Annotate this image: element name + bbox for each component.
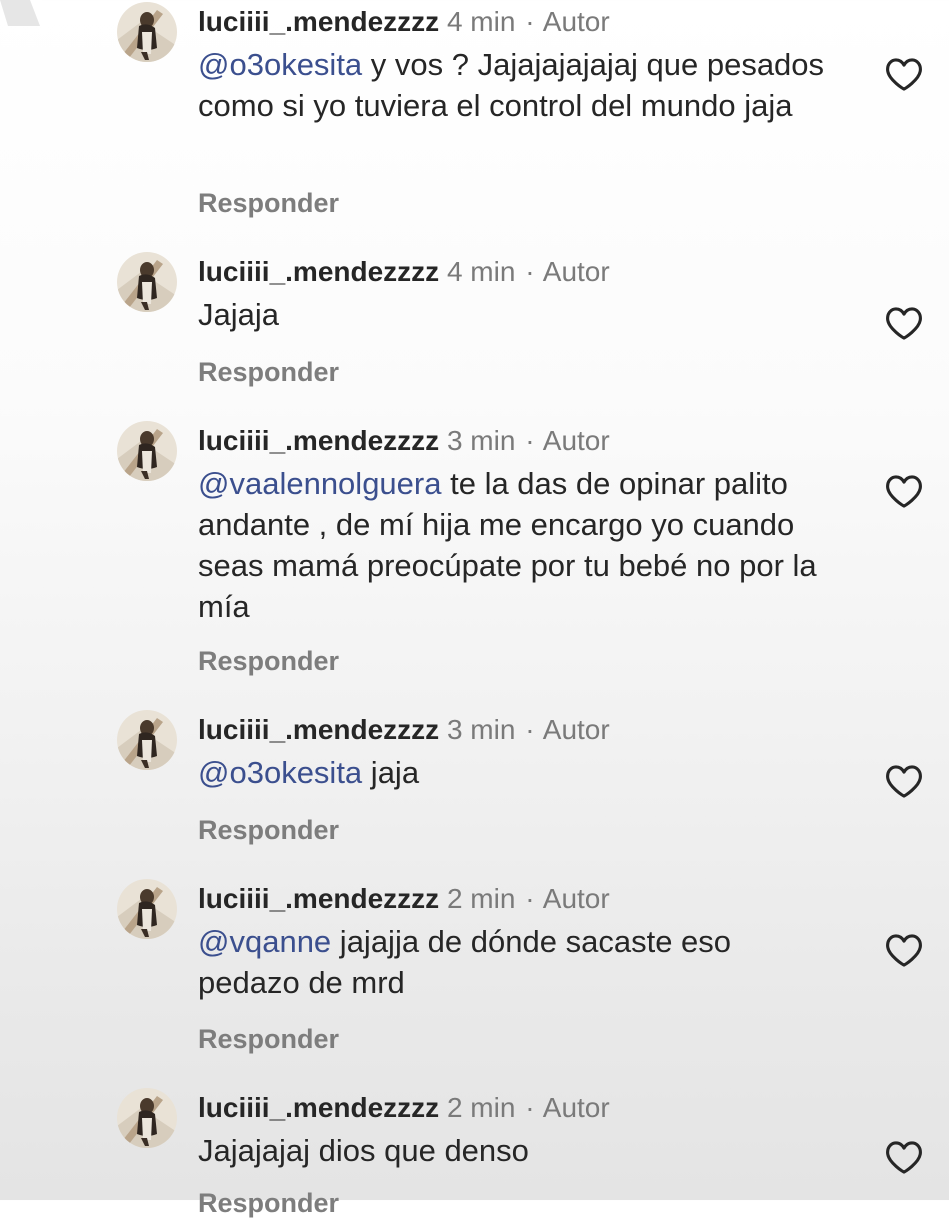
heart-outline-icon[interactable] [884, 932, 924, 968]
comment-body: jaja [362, 755, 420, 790]
author-badge: Autor [542, 256, 610, 287]
mention-link[interactable]: @vqanne [198, 924, 331, 959]
reply-button[interactable]: Responder [198, 646, 339, 677]
comment-text: @o3okesita jaja [198, 752, 838, 793]
author-badge: Autor [542, 1092, 610, 1123]
comment-time: 4 min [446, 6, 516, 37]
heart-outline-icon[interactable] [884, 56, 924, 92]
mention-link[interactable]: @vaalennolguera [198, 466, 441, 501]
comment-meta: luciiii_.mendezzzz 3 min · Autor [198, 710, 610, 750]
mention-link[interactable]: @o3okesita [198, 47, 362, 82]
reply-button[interactable]: Responder [198, 815, 339, 846]
comment-username[interactable]: luciiii_.mendezzzz [198, 714, 439, 745]
avatar[interactable] [117, 710, 177, 770]
comment-meta: luciiii_.mendezzzz 4 min · Autor [198, 252, 610, 292]
comment-meta: luciiii_.mendezzzz 2 min · Autor [198, 1088, 610, 1128]
heart-outline-icon[interactable] [884, 473, 924, 509]
comment-text: @vqanne jajajja de dónde sacaste eso ped… [198, 921, 838, 1003]
comment-username[interactable]: luciiii_.mendezzzz [198, 256, 439, 287]
mention-link[interactable]: @o3okesita [198, 755, 362, 790]
comment-text: @vaalennolguera te la das de opinar pali… [198, 463, 838, 627]
author-badge: Autor [542, 714, 610, 745]
comment-username[interactable]: luciiii_.mendezzzz [198, 1092, 439, 1123]
author-badge: Autor [542, 883, 610, 914]
comment-time: 2 min [446, 883, 516, 914]
comment-time: 4 min [446, 256, 516, 287]
comment-meta: luciiii_.mendezzzz 3 min · Autor [198, 421, 610, 461]
comment-text: Jajaja [198, 294, 838, 335]
meta-separator: · [525, 1092, 535, 1123]
avatar[interactable] [117, 2, 177, 62]
heart-outline-icon[interactable] [884, 763, 924, 799]
meta-separator: · [525, 714, 535, 745]
comment-meta: luciiii_.mendezzzz 4 min · Autor [198, 2, 610, 42]
meta-separator: · [525, 425, 535, 456]
comment-text: Jajajajaj dios que denso [198, 1130, 838, 1171]
heart-outline-icon[interactable] [884, 305, 924, 341]
reply-button[interactable]: Responder [198, 1188, 339, 1219]
heart-outline-icon[interactable] [884, 1139, 924, 1175]
comment-username[interactable]: luciiii_.mendezzzz [198, 425, 439, 456]
comment-time: 3 min [446, 425, 516, 456]
author-badge: Autor [542, 425, 610, 456]
reply-button[interactable]: Responder [198, 1024, 339, 1055]
reply-button[interactable]: Responder [198, 357, 339, 388]
meta-separator: · [525, 256, 535, 287]
corner-mark [0, 0, 52, 26]
comment-time: 3 min [446, 714, 516, 745]
avatar[interactable] [117, 879, 177, 939]
comment-body: Jajajajaj dios que denso [198, 1133, 529, 1168]
author-badge: Autor [542, 6, 610, 37]
avatar[interactable] [117, 1088, 177, 1148]
comment-time: 2 min [446, 1092, 516, 1123]
reply-button[interactable]: Responder [198, 188, 339, 219]
avatar[interactable] [117, 421, 177, 481]
comment-username[interactable]: luciiii_.mendezzzz [198, 883, 439, 914]
meta-separator: · [525, 883, 535, 914]
avatar[interactable] [117, 252, 177, 312]
comment-body: Jajaja [198, 297, 279, 332]
comment-username[interactable]: luciiii_.mendezzzz [198, 6, 439, 37]
comment-text: @o3okesita y vos ? Jajajajajajaj que pes… [198, 44, 838, 126]
comment-meta: luciiii_.mendezzzz 2 min · Autor [198, 879, 610, 919]
meta-separator: · [525, 6, 535, 37]
